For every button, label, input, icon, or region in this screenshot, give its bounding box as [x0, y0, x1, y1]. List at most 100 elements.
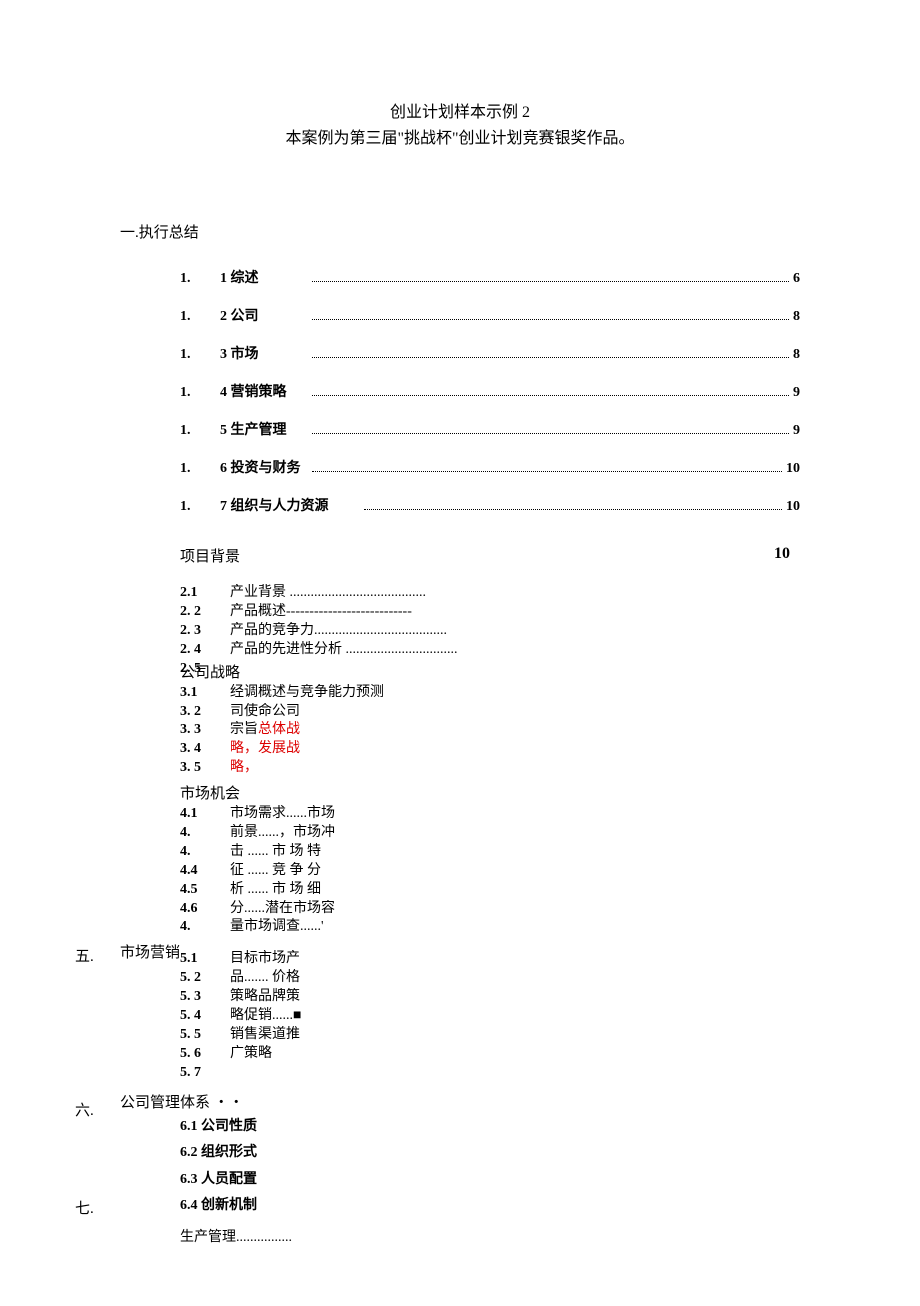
section-6-wrap: 六. 公司管理体系 ・・: [120, 1091, 800, 1112]
section-1-heading: 一.执行总结: [120, 221, 800, 242]
leader-dots: [312, 319, 789, 320]
item-text: 分......潜在市场容: [230, 900, 800, 919]
list-item: 4.量市场调查......': [180, 918, 800, 937]
list-item: 2.1 产业背景 ...............................…: [180, 584, 800, 603]
toc-section-1: 1. 1 综述 6 1. 2 公司 8 1. 3 市场 8 1. 4 营销策略 …: [120, 267, 800, 515]
item-text: 产品的竞争力..................................…: [230, 622, 800, 641]
item-num: 3. 3: [180, 721, 230, 740]
section-2-page: 10: [774, 545, 790, 566]
section-4-items: 4.1市场需求......市场 4.前景......，市场冲 4.击 .....…: [180, 805, 800, 937]
toc-page: 10: [786, 499, 800, 515]
title-line-2: 本案例为第三届"挑战杯"创业计划竞赛银奖作品。: [120, 126, 800, 152]
item-text: 品....... 价格: [230, 969, 800, 988]
item-text: 宗旨总体战: [230, 721, 800, 740]
item-num: 4.: [180, 843, 230, 862]
item-text: 策略品牌策: [230, 988, 800, 1007]
list-item: 4.击 ...... 市 场 特: [180, 843, 800, 862]
item-text: 析 ...... 市 场 细: [230, 881, 800, 900]
leader-dots: [312, 395, 789, 396]
item-text: 量市场调查......': [230, 918, 800, 937]
item-text: 略，: [230, 759, 800, 778]
list-item: 3. 3 宗旨总体战: [180, 721, 800, 740]
item-num: 2. 4: [180, 641, 230, 660]
item-text: 经调概述与竞争能力预测: [230, 684, 800, 703]
leader-dots: [312, 471, 782, 472]
toc-num: 1.: [120, 347, 220, 363]
item-num: 3.1: [180, 684, 230, 703]
section-3-items: 3.1 经调概述与竞争能力预测 3. 2 司使命公司 3. 3 宗旨总体战 3.…: [180, 684, 800, 778]
list-item: 3. 5 略，: [180, 759, 800, 778]
leader-dots: [312, 433, 789, 434]
section-2-heading: 项目背景: [180, 545, 240, 566]
toc-page: 6: [793, 271, 800, 287]
toc-item: 1. 2 公司 8: [120, 305, 800, 325]
toc-sub: 5 生产管理: [220, 419, 308, 439]
toc-sub: 2 公司: [220, 305, 308, 325]
toc-sub: 7 组织与人力资源: [220, 495, 360, 515]
toc-sub: 6 投资与财务: [220, 457, 308, 477]
toc-num: 1.: [120, 385, 220, 401]
section-7-label: 七.: [75, 1195, 94, 1224]
item-text: 略，发展战: [230, 740, 800, 759]
list-item: 3.1 经调概述与竞争能力预测: [180, 684, 800, 703]
toc-num: 1.: [120, 461, 220, 477]
item-num: 2.1: [180, 584, 230, 603]
item-num: 2. 2: [180, 603, 230, 622]
item-text: 销售渠道推: [230, 1026, 800, 1045]
item-num: 3. 2: [180, 703, 230, 722]
list-item: 5. 3策略品牌策: [180, 988, 800, 1007]
list-item: 5. 5销售渠道推: [180, 1026, 800, 1045]
item-num: 5. 6: [180, 1045, 230, 1064]
title-block: 创业计划样本示例 2 本案例为第三届"挑战杯"创业计划竞赛银奖作品。: [120, 100, 800, 151]
list-item: 2. 4 产品的先进性分析 ..........................…: [180, 641, 800, 660]
leader-dots: [312, 281, 789, 282]
toc-page: 9: [793, 385, 800, 401]
item-num: 2. 3: [180, 622, 230, 641]
toc-item: 1. 1 综述 6: [120, 267, 800, 287]
item-text: 征 ...... 竞 争 分: [230, 862, 800, 881]
item-text: 司使命公司: [230, 703, 800, 722]
item-text: 击 ...... 市 场 特: [230, 843, 800, 862]
section-5-label: 五.: [75, 945, 94, 966]
toc-num: 1.: [120, 309, 220, 325]
toc-sub: 1 综述: [220, 267, 308, 287]
toc-num: 1.: [120, 271, 220, 287]
document-page: 创业计划样本示例 2 本案例为第三届"挑战杯"创业计划竞赛银奖作品。 一.执行总…: [0, 0, 920, 1306]
section-5-wrap: 五. 市场营销: [120, 941, 800, 962]
list-item: 6.2 组织形式: [180, 1140, 800, 1167]
item-num: 3. 4: [180, 740, 230, 759]
list-item: 4.4征 ...... 竞 争 分: [180, 862, 800, 881]
list-item: 4.前景......，市场冲: [180, 824, 800, 843]
list-item: 4.1市场需求......市场: [180, 805, 800, 824]
list-item: 4.6分......潜在市场容: [180, 900, 800, 919]
toc-page: 9: [793, 423, 800, 439]
item-num: 4.: [180, 918, 230, 937]
section-2-heading-row: 项目背景 10: [180, 545, 800, 566]
toc-sub: 3 市场: [220, 343, 308, 363]
list-item: 3. 4 略，发展战: [180, 740, 800, 759]
toc-page: 8: [793, 347, 800, 363]
section-5-items: 5.1目标市场产 5. 2品....... 价格 5. 3策略品牌策 5. 4略…: [180, 950, 800, 1082]
item-num: 5. 3: [180, 988, 230, 1007]
list-item: 6.4 创新机制: [180, 1193, 800, 1220]
list-item: 5. 2品....... 价格: [180, 969, 800, 988]
item-num: 5. 7: [180, 1064, 230, 1083]
list-item: 6.1 公司性质: [180, 1114, 800, 1141]
list-item: 2. 3 产品的竞争力.............................…: [180, 622, 800, 641]
list-item: 6.3 人员配置: [180, 1167, 800, 1194]
item-text: 产业背景 ...................................…: [230, 584, 800, 603]
list-item: 5. 6广策略: [180, 1045, 800, 1064]
leader-dots: [364, 509, 782, 510]
title-line-1: 创业计划样本示例 2: [120, 100, 800, 126]
section-6-heading: 公司管理体系 ・・: [120, 1091, 800, 1112]
section-5-heading: 市场营销: [120, 941, 800, 962]
item-num: 5. 5: [180, 1026, 230, 1045]
item-num: 4.5: [180, 881, 230, 900]
toc-num: 1.: [120, 499, 220, 515]
item-text: 产品概述---------------------------: [230, 603, 800, 622]
section-6-items: 6.1 公司性质 6.2 组织形式 6.3 人员配置 七. 6.4 创新机制: [180, 1114, 800, 1220]
toc-page: 8: [793, 309, 800, 325]
list-item: 5. 7: [180, 1064, 800, 1083]
leader-dots: [312, 357, 789, 358]
toc-item: 1. 7 组织与人力资源 10: [120, 495, 800, 515]
